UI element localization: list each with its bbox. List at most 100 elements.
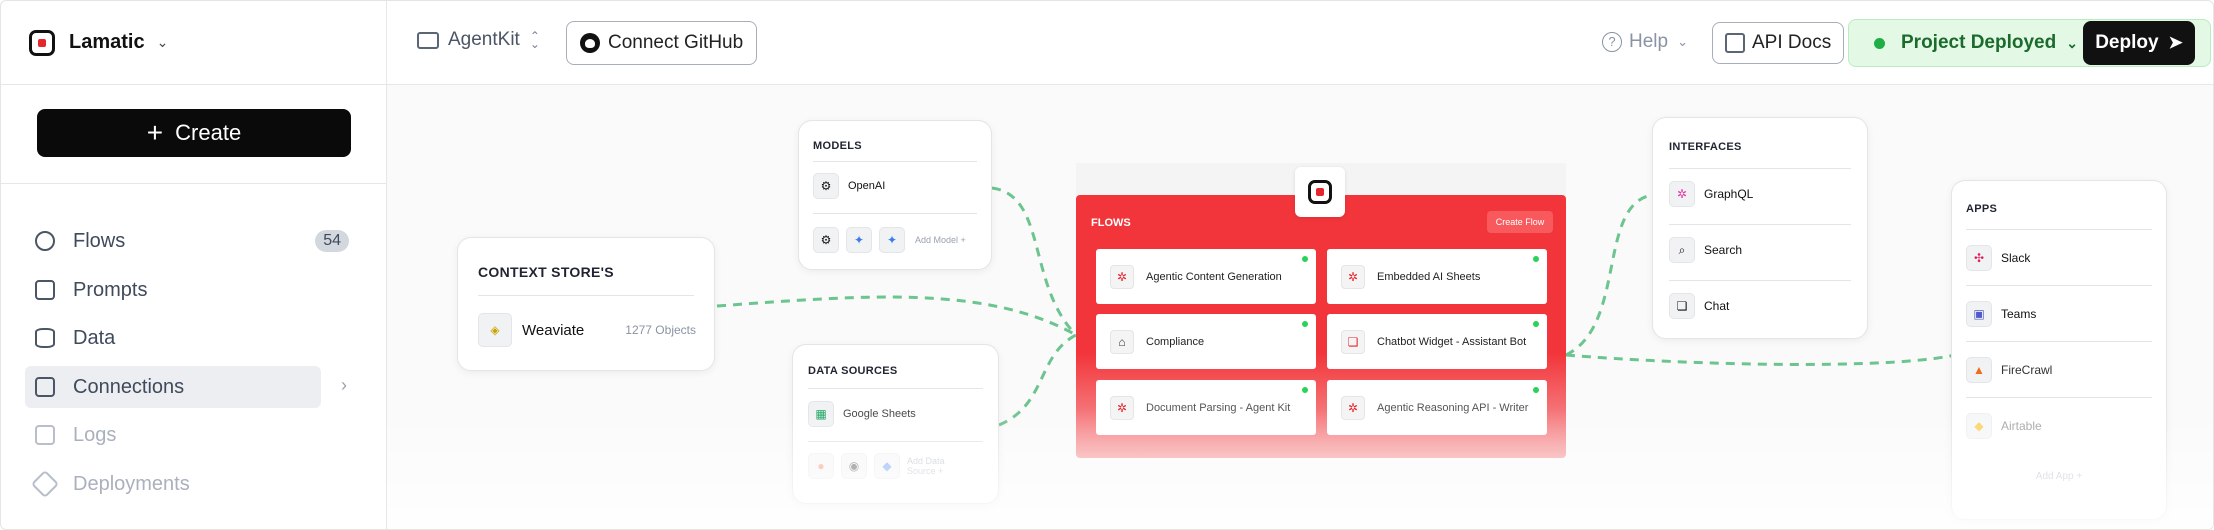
status-dot <box>1302 321 1308 327</box>
flow-icon: ✲ <box>1110 264 1134 289</box>
divider <box>1966 285 2152 286</box>
brand-name: Lamatic <box>69 31 145 53</box>
workspace-switcher[interactable]: Lamatic ⌄ <box>1 1 387 85</box>
api-docs-label: API Docs <box>1752 32 1832 53</box>
models-card[interactable]: MODELS ⚙ OpenAI ⚙ ✦ ✦ Add Model + <box>798 120 992 270</box>
flow-icon: ⌂ <box>1110 329 1134 354</box>
gemini-icon[interactable]: ✦ <box>846 227 872 253</box>
model-options: ⚙ ✦ ✦ Add Model + <box>813 227 966 253</box>
sidebar-item-data[interactable]: Data <box>25 317 321 359</box>
source-icon[interactable]: ◉ <box>841 453 867 479</box>
flow-item[interactable]: ✲ Embedded AI Sheets <box>1327 249 1547 304</box>
source-icon[interactable]: ◆ <box>874 453 900 479</box>
sidebar-item-flows[interactable]: Flows 54 <box>25 220 349 262</box>
chevron-down-icon: ⌄ <box>156 34 169 50</box>
help-menu[interactable]: ? Help ⌄ <box>1602 31 1688 53</box>
send-icon <box>30 469 60 499</box>
document-icon <box>35 280 55 300</box>
send-icon: ➤ <box>2168 33 2183 52</box>
plus-icon: + <box>146 117 164 148</box>
project-selector[interactable]: AgentKit ⌃ ⌄ <box>417 29 540 51</box>
slack-label: Slack <box>2001 251 2031 265</box>
search-row[interactable]: ⌕ Search <box>1669 237 1742 263</box>
divider <box>808 388 983 389</box>
lamatic-logo-icon <box>1308 180 1332 204</box>
divider <box>478 295 694 296</box>
airtable-row[interactable]: ◆ Airtable <box>1966 413 2042 439</box>
flow-canvas[interactable]: CONTEXT STORE'S ◈ Weaviate 1277 Objects … <box>387 85 2213 529</box>
sidebar-item-prompts[interactable]: Prompts <box>25 269 321 311</box>
google-sheets-row[interactable]: ▦ Google Sheets <box>808 401 916 427</box>
sidebar-item-label: Connections <box>73 375 185 398</box>
gemini-icon[interactable]: ✦ <box>879 227 905 253</box>
connect-github-label: Connect GitHub <box>608 32 744 53</box>
chevron-down-icon: ⌄ <box>2066 34 2078 51</box>
add-app-button[interactable]: Add App + <box>1952 471 2166 482</box>
status-dot <box>1533 321 1539 327</box>
status-dot <box>1533 387 1539 393</box>
flow-item[interactable]: ✲ Document Parsing - Agent Kit <box>1096 380 1316 435</box>
flows-logo <box>1295 167 1345 217</box>
sidebar-item-logs[interactable]: Logs <box>25 414 321 456</box>
sidebar-item-connections[interactable]: Connections › <box>25 366 347 408</box>
flows-title: FLOWS <box>1091 217 1131 229</box>
app-window: Lamatic ⌄ AgentKit ⌃ ⌄ Connect GitHub ? H… <box>0 0 2214 530</box>
flow-item[interactable]: ⌂ Compliance <box>1096 314 1316 369</box>
graphql-label: GraphQL <box>1704 187 1754 201</box>
interfaces-card[interactable]: INTERFACES ✲ GraphQL ⌕ Search ❏ Chat <box>1652 117 1868 339</box>
deploy-button[interactable]: Deploy ➤ <box>2083 21 2195 65</box>
api-docs-button[interactable]: API Docs <box>1712 22 1845 64</box>
source-icon[interactable]: ● <box>808 453 834 479</box>
flow-item[interactable]: ✲ Agentic Content Generation <box>1096 249 1316 304</box>
flow-item-label: Agentic Content Generation <box>1146 270 1282 283</box>
create-flow-button[interactable]: Create Flow <box>1487 211 1553 233</box>
help-label: Help <box>1629 31 1669 52</box>
apps-title: APPS <box>1966 203 1998 215</box>
graphql-row[interactable]: ✲ GraphQL <box>1669 181 1753 207</box>
data-source-options: ● ◉ ◆ Add Data Source + <box>808 453 967 479</box>
status-dot <box>1302 387 1308 393</box>
sidebar-item-label: Logs <box>73 423 117 446</box>
weaviate-icon: ◈ <box>478 313 512 347</box>
weaviate-row[interactable]: ◈ Weaviate 1277 Objects <box>478 313 696 347</box>
link-models-flows <box>991 186 1078 337</box>
link-context-flows <box>716 295 1077 337</box>
firecrawl-row[interactable]: ▲ FireCrawl <box>1966 357 2052 383</box>
divider <box>1966 229 2152 230</box>
status-dot <box>1533 256 1539 262</box>
interfaces-title: INTERFACES <box>1669 141 1742 153</box>
search-icon: ⌕ <box>1669 237 1695 263</box>
divider <box>813 213 977 214</box>
divider <box>1966 397 2152 398</box>
connect-github-button[interactable]: Connect GitHub <box>566 21 758 65</box>
slack-row[interactable]: ✣ Slack <box>1966 245 2030 271</box>
apps-card[interactable]: APPS ✣ Slack ▣ Teams ▲ FireCrawl ◆ Airta… <box>1951 180 2167 520</box>
airtable-icon: ◆ <box>1966 413 1992 439</box>
help-icon: ? <box>1602 32 1622 52</box>
sidebar-item-deployments[interactable]: Deployments <box>25 463 321 505</box>
github-icon <box>580 33 600 53</box>
chat-row[interactable]: ❏ Chat <box>1669 293 1729 319</box>
data-sources-card[interactable]: DATA SOURCES ▦ Google Sheets ● ◉ ◆ Add D… <box>792 344 999 504</box>
context-store-card[interactable]: CONTEXT STORE'S ◈ Weaviate 1277 Objects <box>457 237 715 371</box>
firecrawl-icon: ▲ <box>1966 357 1992 383</box>
teams-row[interactable]: ▣ Teams <box>1966 301 2036 327</box>
flow-item[interactable]: ❏ Chatbot Widget - Assistant Bot <box>1327 314 1547 369</box>
flows-count-badge: 54 <box>315 230 349 252</box>
flow-icon: ✲ <box>1110 395 1134 420</box>
sidebar-divider <box>1 183 387 184</box>
create-button[interactable]: + Create <box>37 109 351 157</box>
add-model-button[interactable]: Add Model + <box>915 235 966 245</box>
weaviate-count: 1277 Objects <box>625 323 696 337</box>
lamatic-logo-icon <box>29 29 55 56</box>
link-datasources-flows <box>998 333 1077 427</box>
add-data-source-button[interactable]: Add Data Source + <box>907 456 967 476</box>
flow-item[interactable]: ✲ Agentic Reasoning API - Writer <box>1327 380 1547 435</box>
openai-row[interactable]: ⚙ OpenAI <box>813 173 885 199</box>
graphql-icon: ✲ <box>1669 181 1695 207</box>
deploy-status-label: Project Deployed <box>1901 32 2057 53</box>
link-flows-interfaces <box>1565 193 1653 357</box>
models-title: MODELS <box>813 140 862 152</box>
google-sheets-label: Google Sheets <box>843 408 916 420</box>
openai-icon[interactable]: ⚙ <box>813 227 839 253</box>
